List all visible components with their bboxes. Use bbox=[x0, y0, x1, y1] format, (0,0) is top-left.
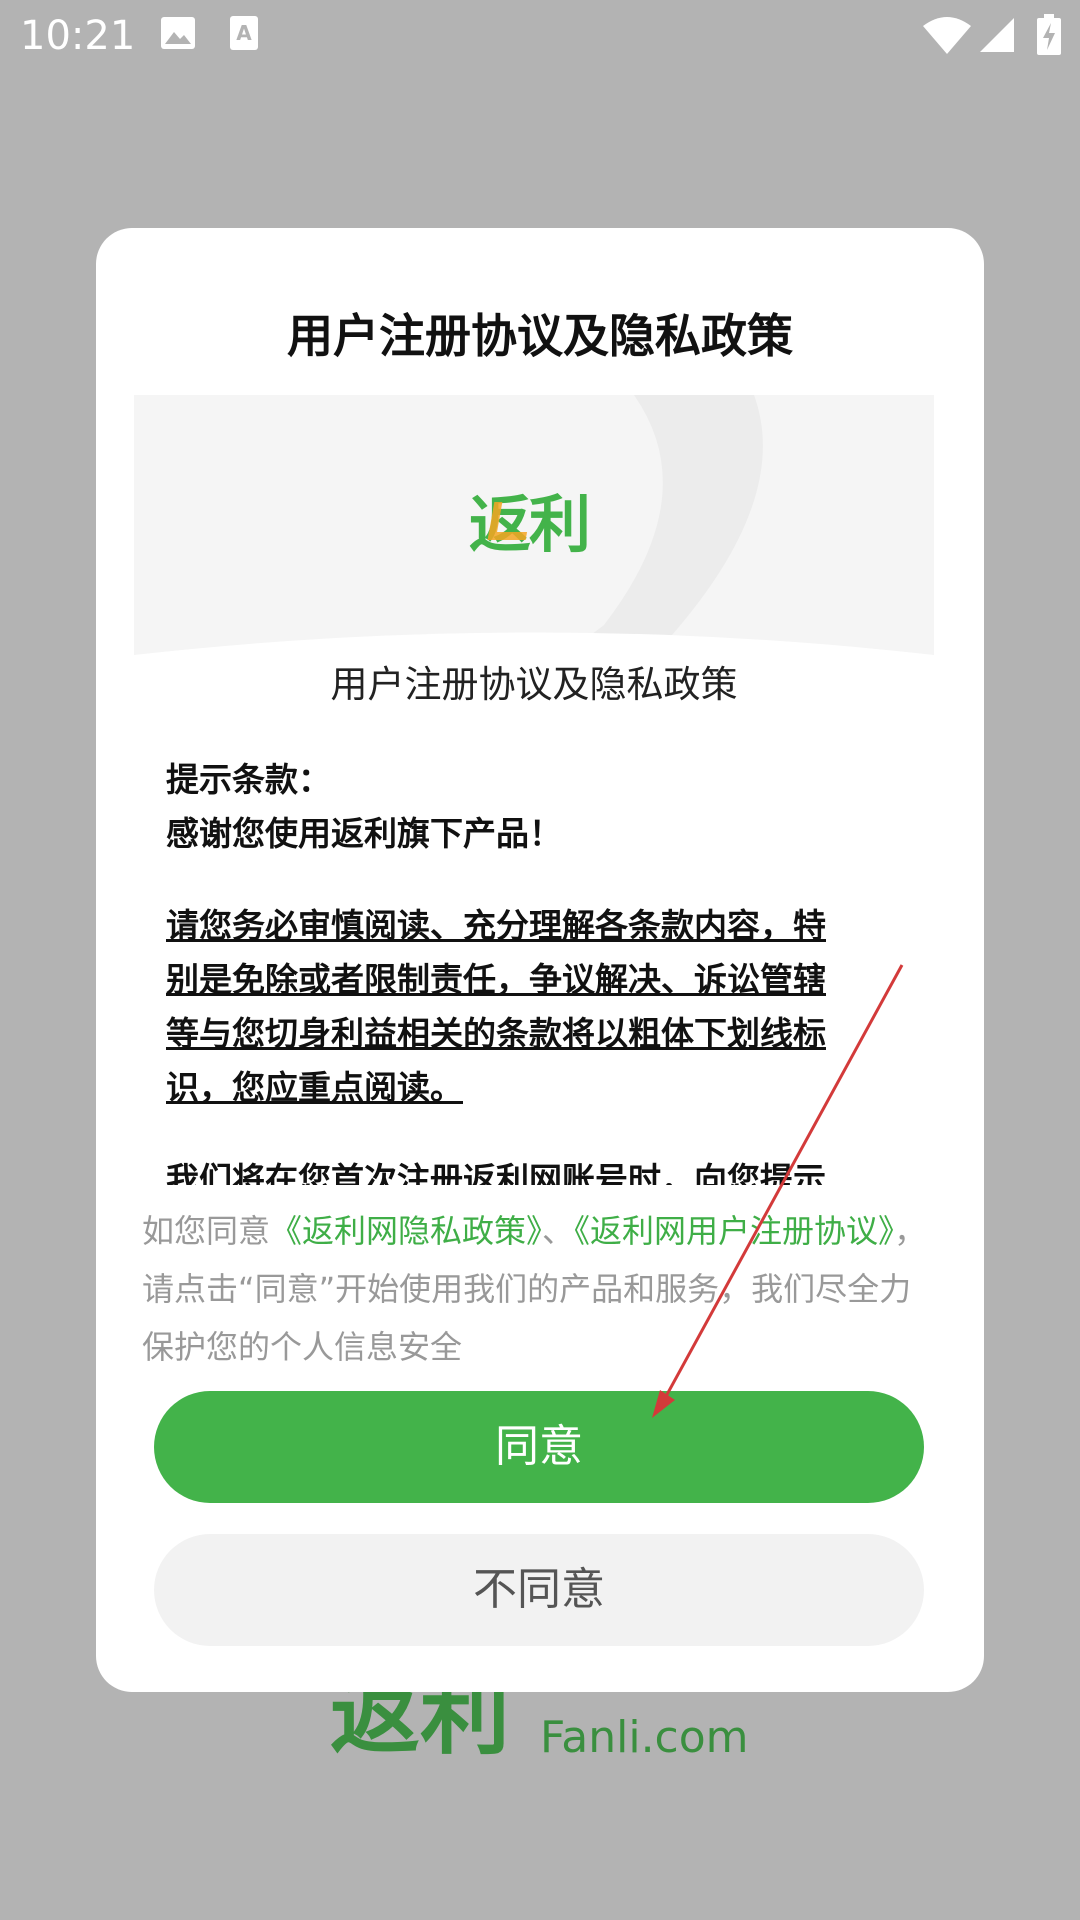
banner-logo: 返利 bbox=[469, 490, 599, 560]
battery-charging-icon bbox=[1037, 14, 1061, 55]
document-title: 用户注册协议及隐私政策 bbox=[330, 663, 738, 706]
agreement-banner: 返利 bbox=[134, 395, 934, 655]
background-domain-text: Fanli.com bbox=[540, 1712, 749, 1763]
privacy-policy-link[interactable]: 《返利网隐私政策》 bbox=[270, 1212, 542, 1250]
signal-icon bbox=[980, 18, 1014, 52]
font-a-icon: A bbox=[230, 16, 258, 50]
privacy-dialog: 用户注册协议及隐私政策 返利 用户注册协议及隐私政策 提示条款： 感谢您使用返利… bbox=[96, 228, 984, 1692]
agreement-scroll-content[interactable]: 返利 用户注册协议及隐私政策 提示条款： 感谢您使用返利旗下产品！ 请您务必审慎… bbox=[134, 395, 934, 1185]
banner-logo-text: 返利 bbox=[469, 488, 591, 561]
disagree-button[interactable]: 不同意 bbox=[154, 1534, 924, 1646]
paragraph-heading: 提示条款： bbox=[166, 760, 331, 799]
image-icon bbox=[161, 17, 195, 49]
paragraph-notice-line-3: 等与您切身利益相关的条款将以粗体下划线标 bbox=[166, 1014, 826, 1053]
status-time: 10:21 bbox=[20, 13, 136, 59]
wifi-icon bbox=[923, 17, 971, 54]
status-bar: 10:21 A bbox=[0, 0, 1080, 72]
svg-text:A: A bbox=[236, 21, 252, 45]
document-body: 提示条款： 感谢您使用返利旗下产品！ 请您务必审慎阅读、充分理解各条款内容，特 … bbox=[166, 753, 896, 1185]
paragraph-thanks: 感谢您使用返利旗下产品！ bbox=[166, 814, 562, 853]
consent-text: 如您同意《返利网隐私政策》、《返利网用户注册协议》，请点击“同意”开始使用我们的… bbox=[142, 1202, 942, 1376]
consent-separator: 、 bbox=[542, 1212, 575, 1250]
logo-accent-mark bbox=[487, 502, 533, 540]
user-agreement-link[interactable]: 《返利网用户注册协议》 bbox=[574, 1212, 894, 1250]
consent-prefix: 如您同意 bbox=[142, 1212, 271, 1250]
paragraph-cutoff: 我们将在您首次注册返利网账号时，向您提示 bbox=[166, 1160, 826, 1185]
agree-button[interactable]: 同意 bbox=[154, 1391, 924, 1503]
dialog-title: 用户注册协议及隐私政策 bbox=[287, 309, 793, 363]
paragraph-notice-line-2: 别是免除或者限制责任，争议解决、诉讼管辖 bbox=[166, 960, 826, 999]
paragraph-notice-line-1: 请您务必审慎阅读、充分理解各条款内容，特 bbox=[166, 906, 826, 945]
paragraph-notice-line-4: 识，您应重点阅读。 bbox=[166, 1068, 463, 1107]
